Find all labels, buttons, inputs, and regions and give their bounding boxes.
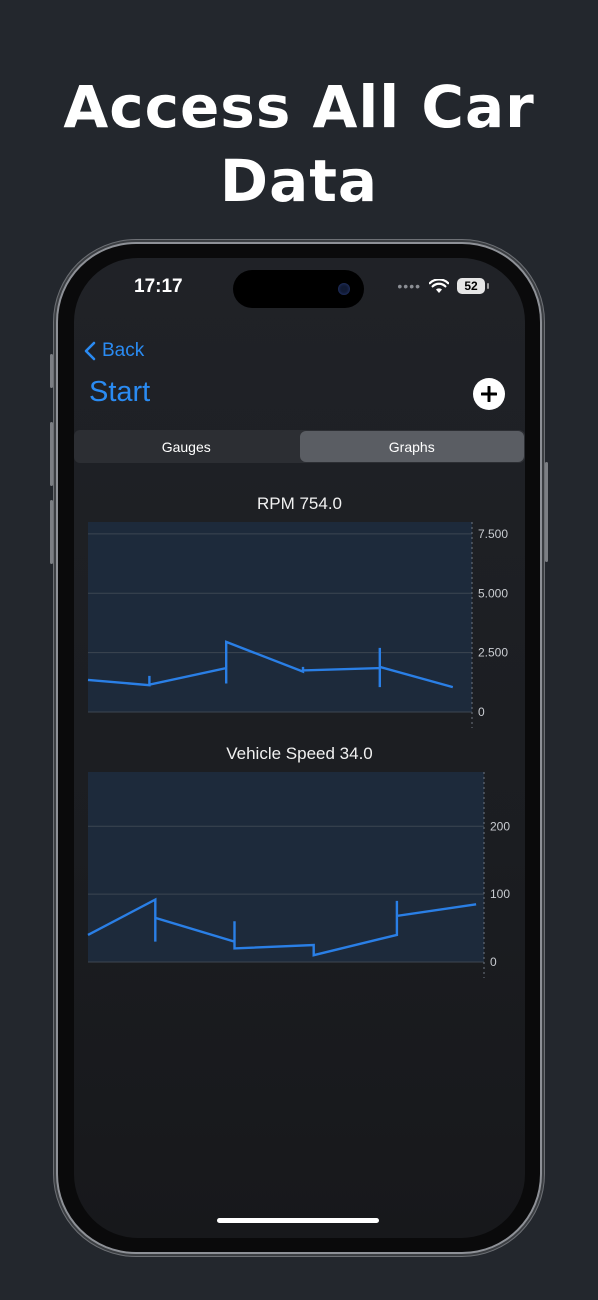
status-indicators: •••• 52: [397, 278, 489, 294]
chevron-left-icon: [84, 341, 96, 361]
battery-indicator: 52: [457, 278, 489, 294]
dynamic-island: [233, 270, 364, 308]
y-tick-label: 200: [490, 819, 510, 833]
back-label: Back: [102, 340, 145, 361]
phone-frame: 17:17 •••• 52 Back Start Gauges Graphs R…: [50, 244, 548, 1252]
volume-down-button: [50, 500, 53, 564]
y-tick-label: 5.000: [478, 586, 508, 600]
signal-dots-icon: ••••: [397, 278, 421, 294]
volume-up-button: [50, 422, 53, 486]
speed-chart-title: Vehicle Speed 34.0: [226, 744, 373, 763]
headline-line-1: Access All Car: [63, 73, 535, 141]
plus-icon: [481, 386, 497, 402]
y-tick-label: 0: [478, 705, 485, 719]
action-button: [50, 354, 53, 388]
status-time: 17:17: [134, 276, 183, 297]
wifi-icon: [429, 278, 449, 293]
home-indicator: [217, 1218, 379, 1223]
tab-graphs[interactable]: Graphs: [299, 431, 524, 462]
plot-area: [88, 522, 472, 712]
rpm-chart: 7.500 5.000 2.500 0: [87, 522, 508, 728]
power-button: [545, 462, 548, 562]
camera-icon: [338, 283, 350, 295]
phone-screen: 17:17 •••• 52 Back Start Gauges Graphs R…: [74, 258, 525, 1238]
back-button[interactable]: Back: [84, 340, 144, 362]
page-title: Start: [89, 376, 151, 408]
y-tick-label: 0: [490, 955, 497, 969]
y-tick-label: 100: [490, 887, 510, 901]
plot-area: [88, 772, 484, 962]
tab-gauges[interactable]: Gauges: [74, 430, 299, 463]
add-button[interactable]: [473, 378, 505, 410]
y-tick-label: 7.500: [478, 527, 508, 541]
segmented-control: Gauges Graphs: [74, 430, 525, 463]
rpm-chart-title: RPM 754.0: [256, 494, 343, 513]
speed-chart: 200 100 0: [87, 772, 510, 978]
headline: Access All Car Data: [0, 70, 598, 218]
headline-line-2: Data: [219, 147, 379, 215]
y-tick-label: 2.500: [478, 646, 508, 660]
